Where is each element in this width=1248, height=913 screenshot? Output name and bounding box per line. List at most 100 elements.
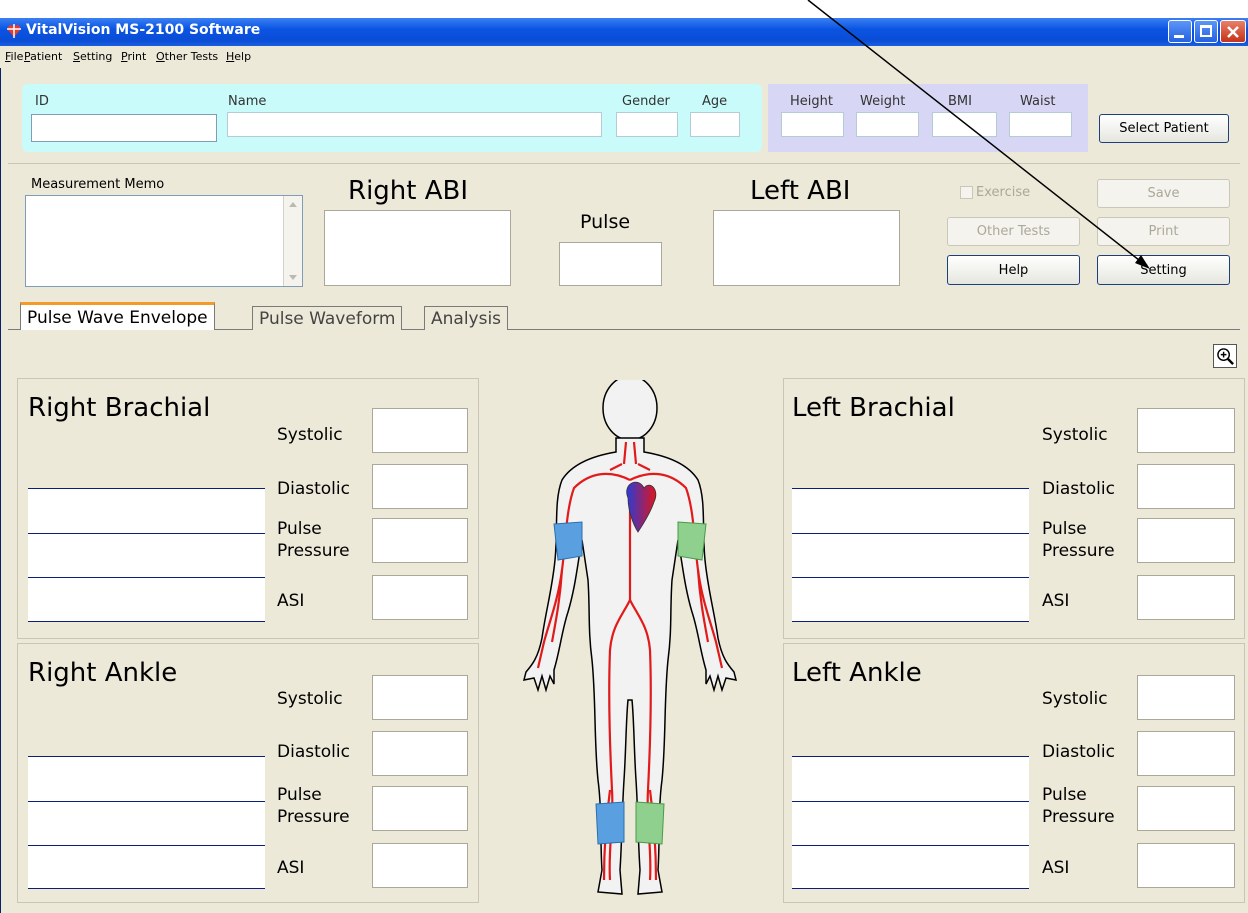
menu-patient[interactable]: Patient bbox=[24, 50, 62, 63]
right-brachial-systolic-label: Systolic bbox=[277, 425, 343, 445]
id-field[interactable] bbox=[31, 114, 217, 142]
left-brachial-title: Left Brachial bbox=[792, 393, 955, 423]
divider bbox=[8, 163, 1240, 164]
memo-scrollbar[interactable] bbox=[283, 196, 302, 286]
right-brachial-pulse-pressure-value bbox=[372, 518, 468, 563]
right-ankle-pulse-pressure-label: Pulse Pressure bbox=[277, 785, 350, 827]
right-brachial-envelope-box bbox=[28, 488, 265, 622]
left-ankle-asi-value bbox=[1137, 843, 1235, 888]
select-patient-button[interactable]: Select Patient bbox=[1099, 114, 1229, 143]
height-field[interactable] bbox=[781, 112, 844, 137]
left-ankle-systolic-label: Systolic bbox=[1042, 689, 1108, 709]
left-ankle-pulse-pressure-label: Pulse Pressure bbox=[1042, 785, 1115, 827]
menu-help[interactable]: Help bbox=[226, 50, 251, 63]
print-button[interactable]: Print bbox=[1097, 217, 1230, 246]
name-label: Name bbox=[228, 94, 267, 109]
id-label: ID bbox=[35, 94, 49, 109]
age-field[interactable] bbox=[690, 112, 740, 137]
right-ankle-title: Right Ankle bbox=[28, 658, 178, 688]
gender-label: Gender bbox=[622, 94, 670, 109]
menu-print[interactable]: Print bbox=[121, 50, 146, 63]
right-ankle-systolic-value bbox=[372, 675, 468, 720]
pulse-value bbox=[559, 242, 662, 286]
menu-other-tests[interactable]: Other Tests bbox=[156, 50, 218, 63]
right-brachial-title: Right Brachial bbox=[28, 393, 211, 423]
right-ankle-pulse-pressure-value bbox=[372, 786, 468, 831]
gender-field[interactable] bbox=[616, 112, 678, 137]
right-ankle-diastolic-value bbox=[372, 731, 468, 776]
right-abi-value bbox=[324, 210, 511, 286]
left-arm-cuff bbox=[677, 521, 707, 561]
right-brachial-asi-value bbox=[372, 575, 468, 620]
measurement-memo-label: Measurement Memo bbox=[31, 177, 165, 192]
waist-field[interactable] bbox=[1009, 112, 1072, 137]
left-brachial-diastolic-value bbox=[1137, 464, 1235, 509]
close-button[interactable] bbox=[1220, 20, 1246, 43]
right-brachial-pulse-pressure-label: Pulse Pressure bbox=[277, 519, 350, 561]
scroll-down-icon bbox=[289, 275, 297, 280]
right-brachial-asi-label: ASI bbox=[277, 591, 305, 611]
name-field[interactable] bbox=[227, 112, 602, 137]
left-ankle-envelope-box bbox=[792, 756, 1029, 889]
app-heart-icon bbox=[7, 24, 21, 38]
right-brachial-diastolic-label: Diastolic bbox=[277, 479, 350, 499]
left-ankle-title: Left Ankle bbox=[792, 658, 922, 688]
bmi-field[interactable] bbox=[932, 112, 997, 137]
left-brachial-envelope-box bbox=[792, 488, 1029, 622]
pulse-title: Pulse bbox=[580, 211, 631, 233]
help-button[interactable]: Help bbox=[947, 255, 1080, 285]
menu-setting[interactable]: Setting bbox=[73, 50, 112, 63]
scroll-up-icon bbox=[289, 202, 297, 207]
close-icon bbox=[1227, 26, 1239, 38]
right-ankle-asi-value bbox=[372, 843, 468, 888]
right-ankle-systolic-label: Systolic bbox=[277, 689, 343, 709]
left-abi-title: Left ABI bbox=[750, 176, 851, 206]
left-abi-value bbox=[713, 210, 900, 286]
tab-pulse-wave-envelope[interactable]: Pulse Wave Envelope bbox=[20, 302, 215, 330]
setting-button[interactable]: Setting bbox=[1097, 255, 1230, 285]
window-title: VitalVision MS-2100 Software bbox=[26, 22, 261, 38]
maximize-button[interactable] bbox=[1194, 20, 1218, 43]
left-brachial-pulse-pressure-label: Pulse Pressure bbox=[1042, 519, 1115, 561]
human-body-diagram bbox=[522, 380, 738, 895]
left-brachial-diastolic-label: Diastolic bbox=[1042, 479, 1115, 499]
weight-label: Weight bbox=[860, 94, 906, 109]
right-ankle-diastolic-label: Diastolic bbox=[277, 742, 350, 762]
right-ankle-cuff bbox=[595, 801, 625, 845]
waist-label: Waist bbox=[1020, 94, 1056, 109]
measurement-memo-textarea[interactable] bbox=[25, 195, 303, 287]
height-label: Height bbox=[790, 94, 833, 109]
menu-file[interactable]: File bbox=[5, 50, 23, 63]
save-button[interactable]: Save bbox=[1097, 179, 1230, 208]
left-ankle-cuff bbox=[635, 801, 665, 845]
left-brachial-pulse-pressure-value bbox=[1137, 518, 1235, 563]
left-brachial-asi-label: ASI bbox=[1042, 591, 1070, 611]
left-ankle-diastolic-label: Diastolic bbox=[1042, 742, 1115, 762]
tab-pulse-waveform[interactable]: Pulse Waveform bbox=[252, 306, 403, 330]
left-brachial-systolic-label: Systolic bbox=[1042, 425, 1108, 445]
right-brachial-systolic-value bbox=[372, 408, 468, 453]
minimize-button[interactable] bbox=[1168, 20, 1192, 43]
left-brachial-systolic-value bbox=[1137, 408, 1235, 453]
zoom-in-button[interactable] bbox=[1213, 344, 1237, 368]
left-ankle-diastolic-value bbox=[1137, 731, 1235, 776]
exercise-checkbox[interactable] bbox=[960, 186, 973, 199]
right-ankle-envelope-box bbox=[28, 756, 265, 889]
left-ankle-systolic-value bbox=[1137, 675, 1235, 720]
right-abi-title: Right ABI bbox=[348, 176, 469, 206]
right-ankle-asi-label: ASI bbox=[277, 858, 305, 878]
title-bar: VitalVision MS-2100 Software bbox=[0, 18, 1248, 46]
right-arm-cuff bbox=[553, 521, 583, 561]
right-brachial-diastolic-value bbox=[372, 464, 468, 509]
bmi-label: BMI bbox=[948, 94, 972, 109]
left-brachial-asi-value bbox=[1137, 575, 1235, 620]
menu-bar: File Patient Setting Print Other Tests H… bbox=[0, 46, 1248, 68]
age-label: Age bbox=[702, 94, 728, 109]
exercise-label: Exercise bbox=[976, 185, 1031, 200]
left-ankle-pulse-pressure-value bbox=[1137, 786, 1235, 831]
other-tests-button[interactable]: Other Tests bbox=[947, 217, 1080, 246]
zoom-in-icon bbox=[1217, 348, 1234, 365]
weight-field[interactable] bbox=[856, 112, 919, 137]
tab-analysis[interactable]: Analysis bbox=[424, 306, 509, 330]
left-ankle-asi-label: ASI bbox=[1042, 858, 1070, 878]
